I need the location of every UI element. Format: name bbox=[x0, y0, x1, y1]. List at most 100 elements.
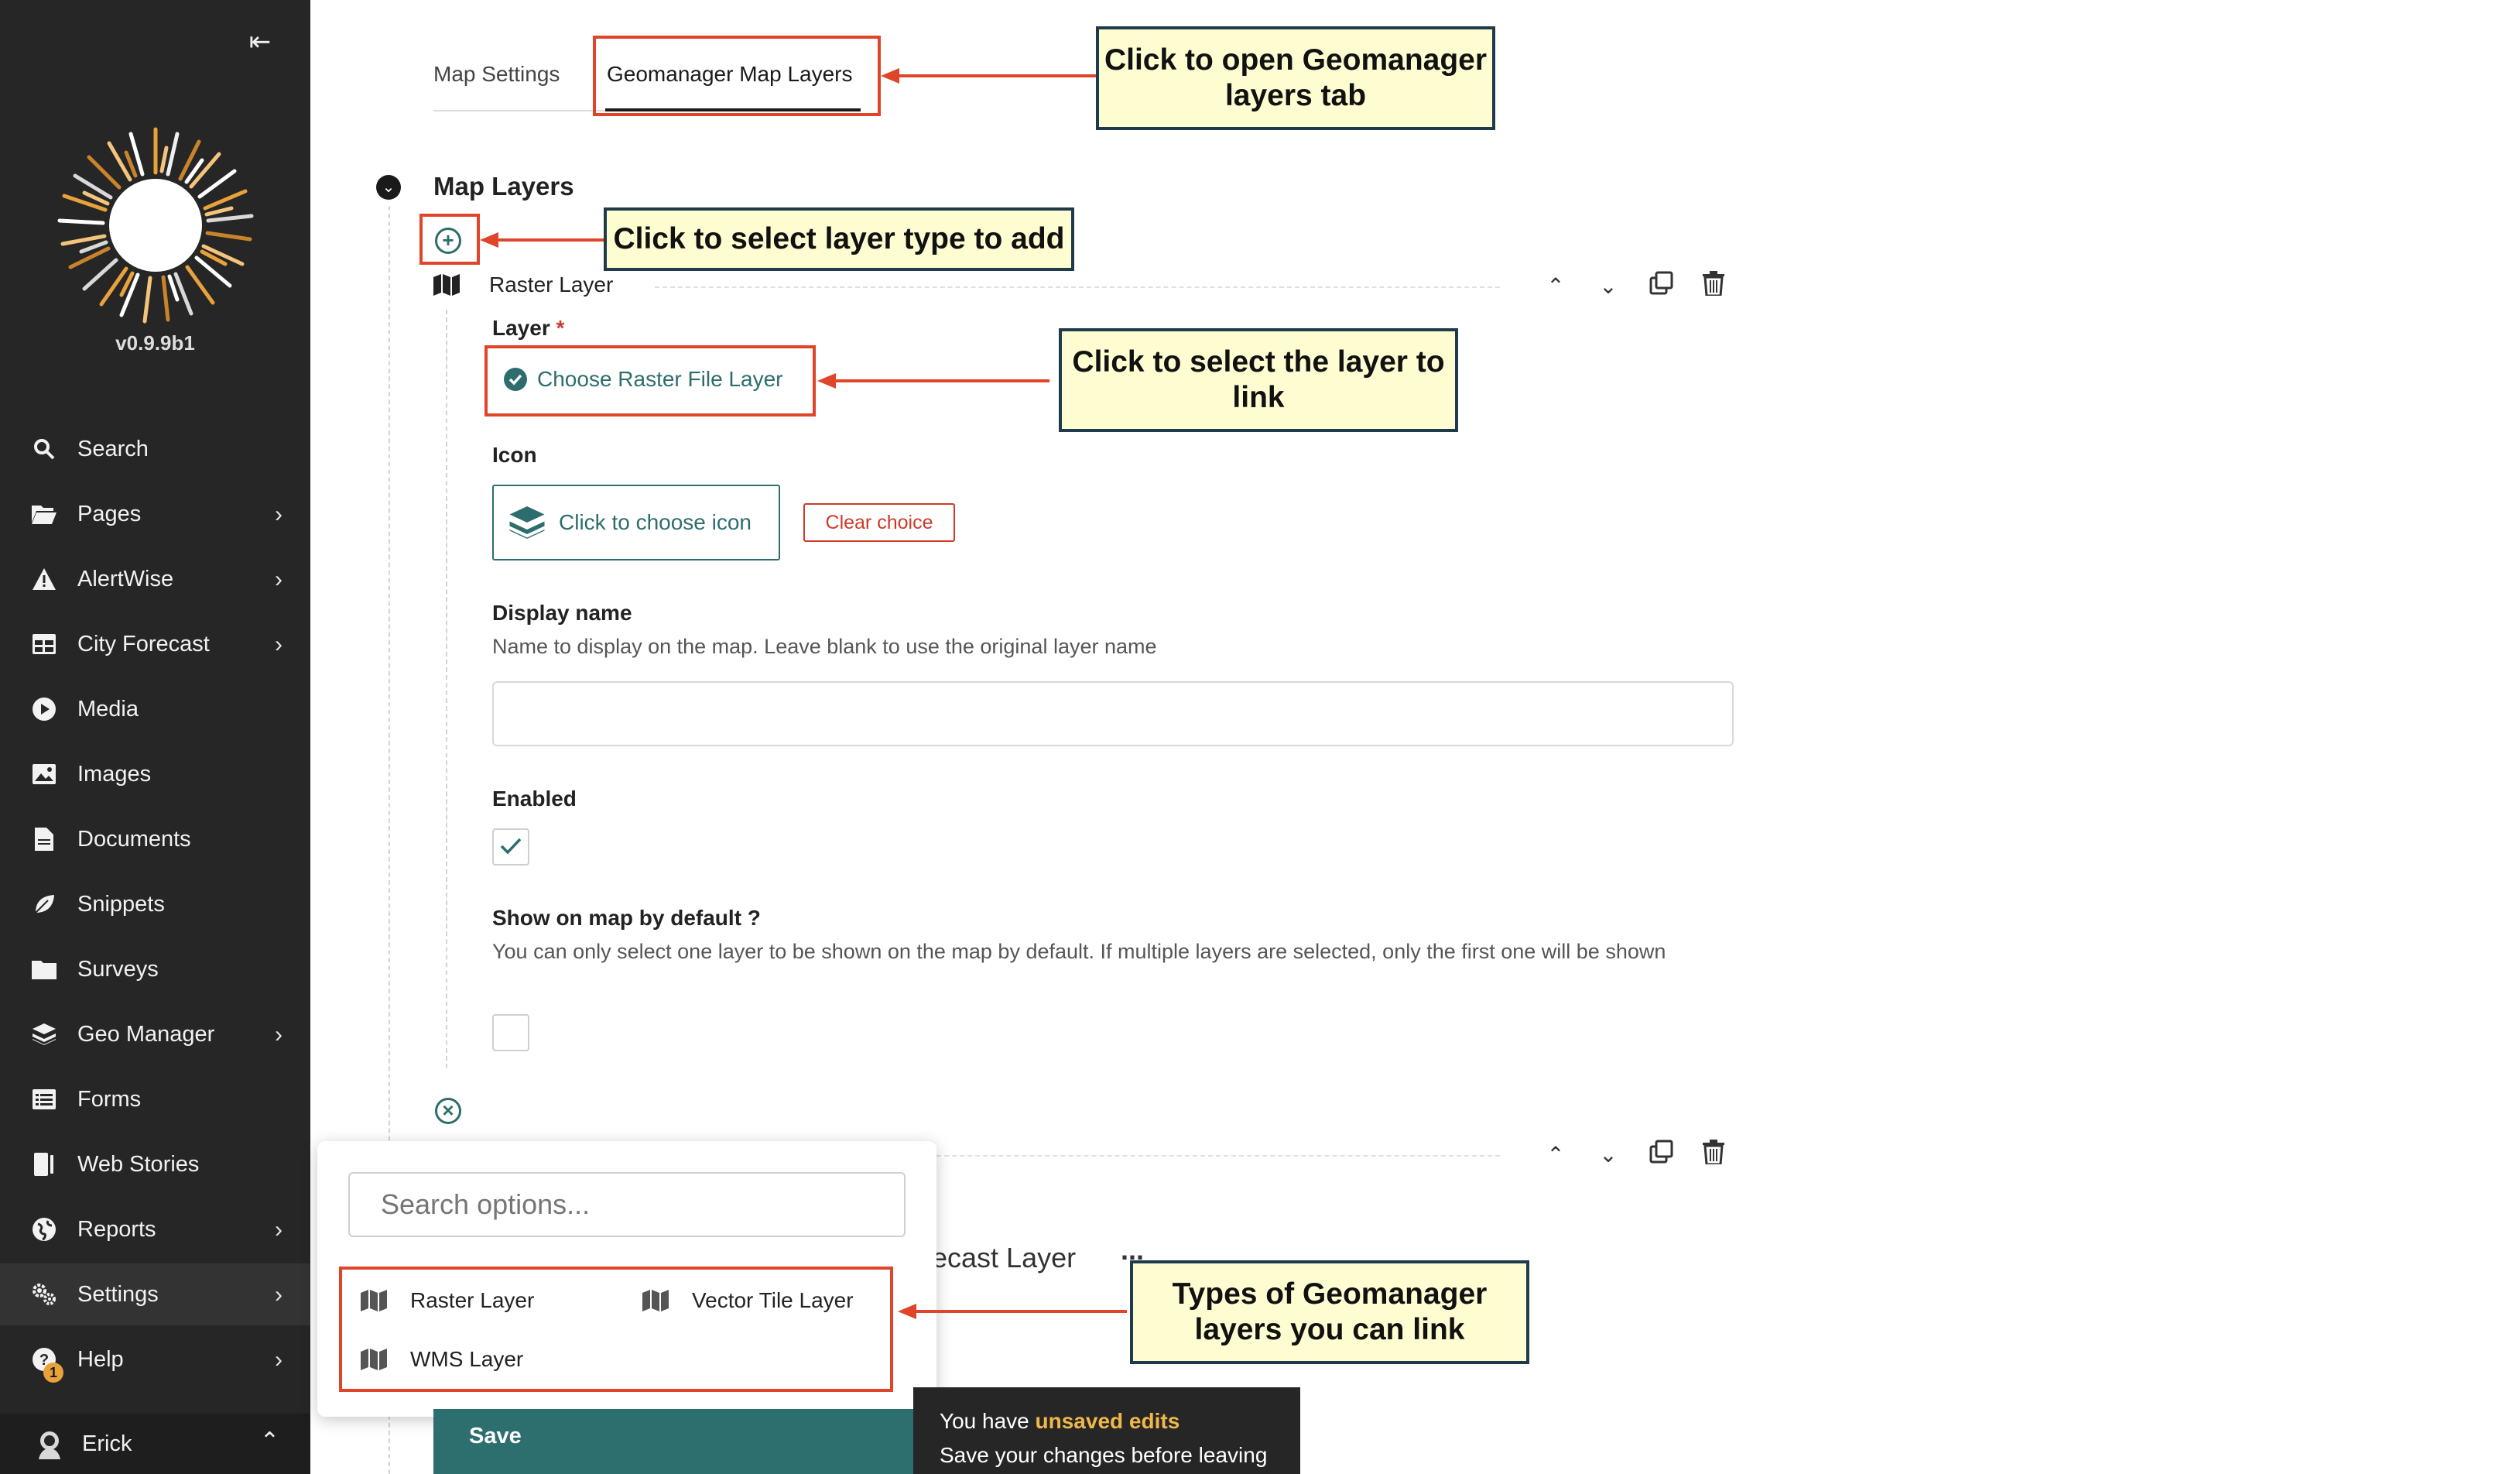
move-up-icon[interactable]: ⌃ bbox=[1540, 271, 1571, 302]
sidebar-item-images[interactable]: Images bbox=[0, 743, 310, 805]
choose-icon-button[interactable]: Click to choose icon bbox=[492, 485, 780, 560]
move-up-icon[interactable]: ⌃ bbox=[1540, 1140, 1571, 1171]
sidebar-item-label: Geo Manager bbox=[77, 1021, 215, 1047]
sidebar-item-web-stories[interactable]: Web Stories bbox=[0, 1133, 310, 1195]
enabled-label: Enabled bbox=[492, 787, 577, 811]
sidebar-item-snippets[interactable]: Snippets bbox=[0, 873, 310, 935]
show-default-help: You can only select one layer to be show… bbox=[492, 940, 1666, 963]
collapse-sidebar-icon[interactable]: ⇤ bbox=[245, 26, 276, 57]
sidebar-item-label: Images bbox=[77, 761, 152, 787]
duplicate-icon[interactable] bbox=[1645, 1140, 1676, 1171]
highlight-add-box bbox=[419, 214, 480, 265]
block-title: Raster Layer bbox=[489, 273, 614, 297]
chevron-right-icon: › bbox=[275, 1347, 282, 1373]
user-name: Erick bbox=[82, 1431, 132, 1456]
chevron-right-icon: › bbox=[275, 632, 282, 657]
duplicate-icon[interactable] bbox=[1645, 271, 1676, 302]
sidebar-item-label: Snippets bbox=[77, 891, 165, 917]
unsaved-prefix: You have bbox=[940, 1409, 1036, 1433]
arrow-to-tab bbox=[881, 68, 1097, 84]
sidebar-item-surveys[interactable]: Surveys bbox=[0, 938, 310, 1000]
sidebar-item-settings[interactable]: Settings › bbox=[0, 1263, 310, 1325]
show-default-checkbox[interactable] bbox=[492, 1014, 529, 1051]
sidebar-item-label: Web Stories bbox=[77, 1151, 200, 1177]
save-button[interactable]: Save bbox=[433, 1409, 913, 1474]
arrow-to-add bbox=[480, 232, 605, 248]
sidebar-item-media[interactable]: Media bbox=[0, 678, 310, 740]
sidebar-item-geo-manager[interactable]: Geo Manager › bbox=[0, 1003, 310, 1065]
chevron-up-icon: ⌃ bbox=[259, 1428, 279, 1454]
folder-open-icon bbox=[31, 501, 57, 527]
sidebar-item-label: Settings bbox=[77, 1281, 159, 1307]
layer-label-text: Layer bbox=[492, 316, 550, 340]
sidebar-item-label: Reports bbox=[77, 1216, 156, 1242]
callout-open-tab: Click to open Geomanager layers tab bbox=[1096, 26, 1495, 130]
sidebar-item-reports[interactable]: Reports › bbox=[0, 1198, 310, 1260]
display-name-input[interactable] bbox=[492, 681, 1734, 746]
search-options-input[interactable] bbox=[348, 1172, 906, 1237]
unsaved-line: You have unsaved edits bbox=[940, 1404, 1300, 1438]
callout-select-type: Click to select layer type to add bbox=[604, 207, 1074, 271]
document-icon bbox=[31, 826, 57, 852]
unsaved-hint: Save your changes before leaving bbox=[940, 1443, 1268, 1467]
sidebar-item-alertwise[interactable]: AlertWise › bbox=[0, 548, 310, 610]
delete-icon[interactable] bbox=[1698, 1140, 1729, 1171]
user-account-menu[interactable]: Erick ⌃ bbox=[0, 1414, 310, 1474]
help-notification-badge: 1 bbox=[43, 1363, 63, 1383]
arrow-to-options bbox=[898, 1304, 1127, 1319]
sidebar-item-label: Media bbox=[77, 696, 139, 722]
section-collapse-icon[interactable]: ⌄ bbox=[376, 175, 401, 200]
clear-choice-button[interactable]: Clear choice bbox=[803, 503, 955, 542]
block-guide-line bbox=[446, 310, 447, 1068]
logo bbox=[57, 127, 254, 324]
required-mark: * bbox=[556, 316, 565, 340]
delete-icon[interactable] bbox=[1698, 271, 1729, 302]
sidebar-item-label: Search bbox=[77, 436, 149, 461]
play-icon bbox=[31, 696, 57, 722]
leaf-icon bbox=[31, 891, 57, 917]
table-icon bbox=[31, 631, 57, 657]
unsaved-highlight: unsaved edits bbox=[1035, 1409, 1180, 1433]
chevron-right-icon: › bbox=[275, 502, 282, 527]
check-icon bbox=[500, 838, 522, 855]
sidebar-item-label: Documents bbox=[77, 826, 191, 852]
sidebar-item-city-forecast[interactable]: City Forecast › bbox=[0, 613, 310, 675]
version-label: v0.9.9b1 bbox=[115, 331, 195, 355]
move-down-icon[interactable]: ⌄ bbox=[1593, 1140, 1624, 1171]
enabled-checkbox[interactable] bbox=[492, 828, 529, 866]
sidebar-item-label: Help bbox=[77, 1346, 124, 1372]
sidebar-item-forms[interactable]: Forms bbox=[0, 1068, 310, 1130]
block2-header-divider bbox=[936, 1155, 1500, 1157]
sidebar-item-documents[interactable]: Documents bbox=[0, 808, 310, 870]
choose-icon-label: Click to choose icon bbox=[559, 510, 752, 534]
highlight-choose-layer-box bbox=[484, 345, 816, 416]
show-default-label: Show on map by default ? bbox=[492, 906, 761, 930]
sidebar-item-label: AlertWise bbox=[77, 566, 174, 591]
highlight-options-box bbox=[339, 1267, 893, 1392]
sidebar-item-search[interactable]: Search bbox=[0, 418, 310, 480]
chevron-right-icon: › bbox=[275, 567, 282, 592]
search-icon bbox=[31, 436, 57, 462]
folder-icon bbox=[31, 956, 57, 982]
warning-icon bbox=[31, 566, 57, 592]
sidebar-item-label: Pages bbox=[77, 501, 142, 526]
display-name-help: Name to display on the map. Leave blank … bbox=[492, 635, 1157, 658]
add-layer-below-icon[interactable]: × bbox=[435, 1098, 461, 1124]
chevron-right-icon: › bbox=[275, 1282, 282, 1308]
image-icon bbox=[31, 761, 57, 787]
sidebar-item-label: Forms bbox=[77, 1086, 142, 1112]
callout-layer-types: Types of Geomanager layers you can link bbox=[1130, 1260, 1529, 1364]
sidebar-item-pages[interactable]: Pages › bbox=[0, 483, 310, 545]
display-name-label: Display name bbox=[492, 601, 632, 625]
sidebar-item-help[interactable]: ? Help › bbox=[0, 1328, 310, 1390]
tab-map-settings[interactable]: Map Settings bbox=[433, 62, 560, 87]
layers-icon bbox=[509, 506, 545, 539]
arrow-to-choose-layer bbox=[817, 373, 1049, 389]
partial-block-title: ecast Layer bbox=[932, 1242, 1077, 1273]
move-down-icon[interactable]: ⌄ bbox=[1593, 271, 1624, 302]
globe-icon bbox=[31, 1216, 57, 1243]
cogs-icon bbox=[31, 1281, 57, 1308]
stories-icon bbox=[31, 1151, 57, 1177]
block-header-divider bbox=[655, 286, 1500, 288]
highlight-tab-box bbox=[593, 36, 881, 116]
